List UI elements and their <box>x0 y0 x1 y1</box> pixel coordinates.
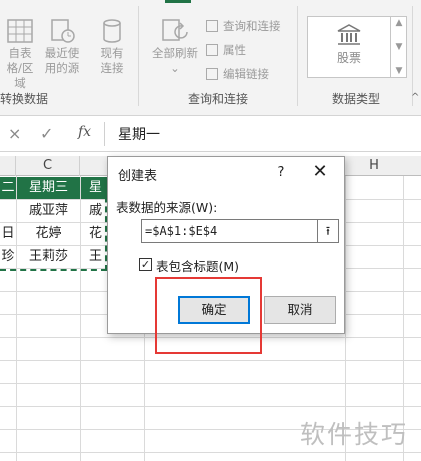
from-table-label-1: 自表 <box>8 46 32 60</box>
recent-sources-label-2: 用的源 <box>44 61 80 75</box>
table-icon <box>7 19 33 43</box>
chevron-down-icon: ⌄ <box>170 61 180 75</box>
queries-connections-label: 查询和连接 <box>223 19 281 33</box>
ribbon-separator <box>297 6 298 106</box>
ribbon-separator <box>138 6 139 106</box>
refresh-all-label: 全部刷新 <box>152 46 198 60</box>
queries-group-label: 查询和连接 <box>188 92 249 106</box>
from-table-label-2: 格/区域 <box>6 61 34 90</box>
existing-connections-label-1: 现有 <box>100 46 124 60</box>
has-headers-checkbox[interactable]: ✓ <box>139 258 152 271</box>
recent-sources-label-1: 最近使 <box>44 46 80 60</box>
help-icon[interactable]: ? <box>271 161 291 185</box>
grid-line <box>0 406 421 407</box>
bank-icon <box>337 24 361 45</box>
selection-marquee <box>0 177 107 271</box>
insert-function-icon[interactable]: fx <box>78 124 91 140</box>
column-header-b[interactable] <box>0 156 16 176</box>
from-table-range-button[interactable]: 自表 格/区域 <box>2 18 38 91</box>
collapse-dialog-icon[interactable]: ⭱ <box>317 219 339 243</box>
gallery-expand-icon[interactable]: ▼ <box>396 66 403 76</box>
has-headers-label[interactable]: 表包含标题(M) <box>156 256 239 275</box>
collapse-ribbon-icon[interactable]: ^ <box>411 92 419 103</box>
watermark: 软件技巧 <box>300 420 409 449</box>
active-tab-indicator <box>165 0 191 3</box>
edit-links-label: 编辑链接 <box>223 67 269 81</box>
formula-bar: × ✓ fx 星期一 <box>0 116 421 152</box>
edit-links-icon <box>206 68 218 80</box>
stocks-data-type[interactable]: 股票 <box>308 17 390 77</box>
close-icon[interactable]: ✕ <box>308 161 332 185</box>
column-header-h[interactable]: H <box>345 156 403 176</box>
existing-connections-button[interactable]: 现有 连接 <box>94 18 130 76</box>
enter-icon[interactable]: ✓ <box>40 124 53 143</box>
grid-line <box>0 452 421 453</box>
stocks-label: 股票 <box>336 51 361 65</box>
properties-icon <box>206 44 218 56</box>
gallery-scrollbar[interactable]: ▲ ▼ ▼ <box>390 16 407 78</box>
queries-connections-command[interactable]: 查询和连接 <box>206 18 281 34</box>
grid-line <box>0 360 421 361</box>
refresh-all-button[interactable]: 全部刷新 ⌄ <box>148 18 202 76</box>
recent-sources-icon <box>51 19 75 43</box>
range-input[interactable]: =$A$1:$E$4 <box>141 219 318 243</box>
queries-connections-icon <box>206 20 218 32</box>
ribbon-separator <box>412 6 413 106</box>
get-transform-group-label: 转换数据 <box>0 92 49 106</box>
formula-separator <box>104 122 105 146</box>
edit-links-command[interactable]: 编辑链接 <box>206 66 269 82</box>
refresh-icon <box>162 19 188 41</box>
chevron-down-icon[interactable]: ▼ <box>396 42 403 52</box>
dialog-title: 创建表 <box>118 169 158 184</box>
properties-command[interactable]: 属性 <box>206 42 246 58</box>
column-header-c[interactable]: C <box>16 156 80 176</box>
cancel-button[interactable]: 取消 <box>264 296 336 324</box>
data-types-group-label: 数据类型 <box>332 92 381 106</box>
grid-line <box>0 383 421 384</box>
existing-connections-label-2: 连接 <box>100 61 124 75</box>
highlight-annotation <box>155 277 262 354</box>
chevron-up-icon[interactable]: ▲ <box>396 18 403 28</box>
formula-input[interactable]: 星期一 <box>118 124 160 144</box>
database-icon <box>103 19 121 43</box>
ribbon: 自表 格/区域 最近使 用的源 现有 连接 全部刷新 ⌄ 查询和连接 属性 编辑… <box>0 0 421 116</box>
recent-sources-button[interactable]: 最近使 用的源 <box>42 18 82 76</box>
cancel-icon[interactable]: × <box>8 124 21 143</box>
source-label: 表数据的来源(W): <box>116 200 218 215</box>
properties-label: 属性 <box>223 43 246 57</box>
